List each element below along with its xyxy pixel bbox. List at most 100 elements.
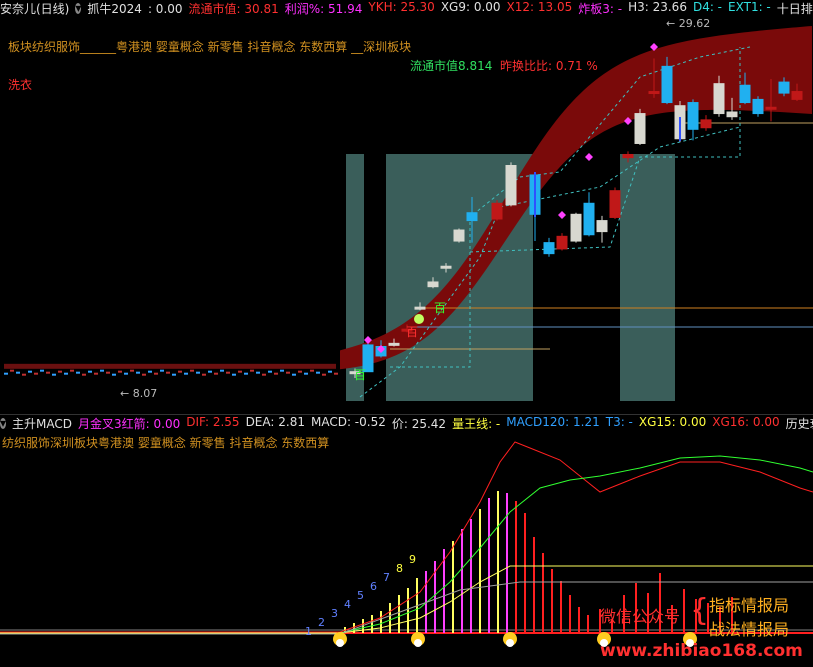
count-label: 9 <box>409 553 416 566</box>
small-candle <box>58 370 62 373</box>
macd-value-item: 价: 25.42 <box>391 417 447 431</box>
count-label: 2 <box>318 616 325 629</box>
price-high-value: 29.62 <box>678 17 711 30</box>
small-candle <box>148 370 152 373</box>
candle-body <box>570 213 582 242</box>
small-candle <box>286 371 290 374</box>
candle-body <box>726 111 738 118</box>
small-candle <box>250 369 254 372</box>
small-candle <box>28 370 32 373</box>
candle-body <box>491 202 503 220</box>
small-candle <box>238 370 242 373</box>
count-label: 4 <box>344 598 351 611</box>
small-candle <box>214 372 218 375</box>
watermark-line-1: 指标情报局 <box>709 596 790 615</box>
watermark-url: www.zhibiao168.com <box>600 641 803 661</box>
indicator-value-item: H3: 23.66 <box>628 0 687 14</box>
small-candle <box>22 373 26 376</box>
macd-value-item: 量王线: - <box>452 417 501 431</box>
candle-body <box>739 84 751 104</box>
candle-body <box>791 91 803 100</box>
indicator-value-item: XG9: 0.00 <box>440 0 501 14</box>
count-label: 8 <box>396 562 403 575</box>
signal-icon <box>506 639 514 647</box>
candle-body <box>765 106 777 110</box>
small-candle <box>4 372 8 375</box>
candle-body <box>752 98 764 115</box>
candle-body <box>440 265 452 269</box>
indicator-name[interactable]: 抓牛2024 <box>87 0 142 17</box>
candlestick-chart[interactable] <box>0 17 813 414</box>
small-candle <box>244 372 248 375</box>
count-label: 5 <box>357 589 364 602</box>
macd-name[interactable]: 主升MACD <box>12 415 72 432</box>
candle-body <box>661 65 673 104</box>
candle-body <box>622 153 634 159</box>
candle-body <box>414 306 426 310</box>
price-high-label: ← 29.62 <box>666 17 711 30</box>
macd-header: ▾ 主升MACD 月金叉3红箭: 0.00 DIF: 2.55 DEA: 2.81 M… <box>0 414 813 432</box>
small-candle <box>52 373 56 376</box>
count-label: 3 <box>331 607 338 620</box>
macd-value-item: 历史衰退系数: - <box>785 417 813 431</box>
count-label: 1 <box>305 625 312 638</box>
small-candle <box>304 372 308 375</box>
turnover-ratio: 昨换比比: 0.71 % <box>500 59 598 73</box>
left-label: 洗衣 <box>8 78 33 92</box>
small-candle <box>64 372 68 375</box>
watermark-line-2: 战法情报局 <box>709 620 790 639</box>
small-candle <box>172 373 176 376</box>
small-candle <box>208 370 212 373</box>
small-candle <box>88 370 92 373</box>
small-candle <box>184 372 188 375</box>
small-candle <box>334 372 338 375</box>
small-candle <box>274 372 278 375</box>
small-candle <box>10 369 14 372</box>
dropdown-icon[interactable]: ▾ <box>0 417 7 429</box>
candle-body <box>687 102 699 130</box>
small-candle <box>142 373 146 376</box>
macd-values: 月金叉3红箭: 0.00 DIF: 2.55 DEA: 2.81 MACD: -0.5… <box>78 415 813 432</box>
indicator-value-item: D4: - <box>692 0 723 14</box>
small-candle <box>322 373 326 376</box>
macd-value-item: XG15: 0.00 <box>638 415 707 429</box>
candle-body <box>648 91 660 95</box>
signal-marker <box>558 211 566 219</box>
candle-body <box>427 281 439 288</box>
concept-tags: 板块纺织服饰______粤港澳 婴童概念 新零售 抖音概念 东数西算 __深圳板… <box>8 40 412 54</box>
macd-value-item: DIF: 2.55 <box>186 415 240 429</box>
price-low-label: ← 8.07 <box>120 387 158 400</box>
small-candle <box>94 372 98 375</box>
macd-chart[interactable]: 123456789 <box>0 432 813 667</box>
float-market-value: 流通市值8.814 <box>410 59 493 73</box>
small-candle <box>34 372 38 375</box>
macd-value-item: MACD120: 1.21 <box>506 415 600 429</box>
small-candle <box>196 371 200 374</box>
small-candle <box>130 369 134 372</box>
small-candle <box>100 369 104 372</box>
tag-bai-2: 百 <box>434 301 447 315</box>
small-candle <box>76 371 80 374</box>
candle-body <box>388 342 400 346</box>
small-candle <box>16 371 20 374</box>
signal-icon <box>414 639 422 647</box>
indicator-value-item: 炸板3: - <box>578 2 623 16</box>
dropdown-icon[interactable]: ▾ <box>75 2 82 14</box>
small-candle <box>46 371 50 374</box>
small-candle <box>292 373 296 376</box>
small-candle <box>310 369 314 372</box>
macd-concepts: 纺织服饰深圳板块粤港澳 婴童概念 新零售 抖音概念 东数西算 <box>2 436 330 450</box>
signal-icon <box>336 639 344 647</box>
tag-bai-3: 百 <box>406 325 419 339</box>
small-candle <box>268 370 272 373</box>
small-candle <box>220 369 224 372</box>
stock-title[interactable]: 安奈儿(日线) <box>0 0 69 17</box>
candle-body <box>713 83 725 115</box>
small-candle <box>136 371 140 374</box>
candle-body <box>453 229 465 242</box>
indicator-values: 流通市值: 30.81 利润%: 51.94 YKH: 25.30 XG9: 0.00… <box>189 0 813 17</box>
candle-body <box>634 113 646 144</box>
small-candle <box>118 370 122 373</box>
small-candle <box>124 372 128 375</box>
macd-value-item: MACD: -0.52 <box>310 415 386 429</box>
